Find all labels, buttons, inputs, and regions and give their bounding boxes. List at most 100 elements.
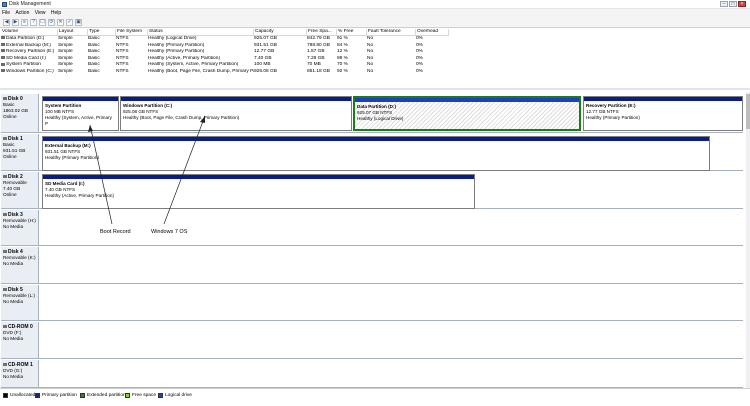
table-cell: 851.18 GB [307,69,337,76]
disk-label[interactable]: Disk 0 Basic 1863.02 GB Online [1,94,39,132]
column-header[interactable]: Type [88,29,116,35]
table-cell: NTFS [116,62,148,69]
volume-table: Volume Layout Type File System Status Capacit… [1,29,449,78]
refresh-icon[interactable]: ⟳ [48,19,55,26]
drive-icon [1,62,5,66]
table-empty-space [450,29,746,78]
cell-text: 788.80 GB [307,42,330,48]
disk-label[interactable]: Disk 1 Basic 931.51 GB Online [1,134,39,170]
table-cell: 0% [416,36,449,43]
table-cell: Healthy (Primary Partition) [148,43,254,50]
partition-type-bar [584,97,742,101]
column-header[interactable]: Overhead [416,29,449,35]
cell-text: Healthy (Active, Primary Partition) [148,55,220,61]
cell-text: Healthy (Boot, Page File, Crash Dump, Pr… [148,68,254,74]
cell-text: External Backup (M:) [6,42,51,48]
table-cell: NTFS [116,43,148,50]
partition-sd-media-card-i-[interactable]: SD Media Card (I:) 7.40 GB NTFS Healthy (A… [42,174,475,209]
properties-icon[interactable]: ☐ [39,19,46,26]
table-row[interactable]: Data Partition (D:) Simple Basic NTFS Health… [1,36,449,43]
table-cell: Healthy (Active, Primary Partition) [148,56,254,63]
disk-label[interactable]: CD-ROM 0 DVD (F:) No Media [1,322,39,358]
cell-text: Basic [88,49,100,55]
disk-icon [3,97,7,101]
table-cell: 1.57 GB [307,49,337,56]
disk-label[interactable]: CD-ROM 1 DVD (G:) No Media [1,360,39,387]
annotation-windows-os: Windows 7 OS [151,229,188,235]
legend-swatch [158,393,163,398]
column-header[interactable]: Layout [58,29,88,35]
details-icon[interactable]: ≡ [21,19,28,26]
scroll-thumb[interactable] [746,94,750,129]
cell-text: 12 % [337,49,348,55]
close-button[interactable]: × [738,1,746,7]
partition-info: External Backup (M:) 931.51 GB NTFS Health… [45,143,707,161]
partition-recovery-partition-e-[interactable]: Recovery Partition (E:) 12.77 GB NTFS Heal… [583,96,743,131]
menu-file[interactable]: File [0,9,12,17]
disk-label[interactable]: Disk 2 Removable 7.40 GB Online [1,172,39,208]
partition-type-bar [43,137,709,141]
column-header[interactable]: Status [148,29,254,35]
disk-label[interactable]: Disk 4 Removable (K:) No Media [1,247,39,283]
cell-text: 0% [416,68,423,74]
cell-text: 91 % [337,36,348,41]
check-icon[interactable]: ✓ [66,19,73,26]
table-row[interactable]: Windows Partition (C:) Simple Basic NTFS Hea… [1,69,449,76]
menu-help[interactable]: Help [49,9,63,17]
table-cell: Simple [58,43,88,50]
cell-text: 842.79 GB [307,36,330,41]
disk-label[interactable]: Disk 3 Removable (H:) No Media [1,210,39,245]
partition-type-bar [43,175,474,179]
partition-info: System Partition 100 MB NTFS Healthy (Syst… [45,103,116,127]
table-row[interactable]: SD Media Card (I:) Simple Basic NTFS Healthy… [1,56,449,63]
drive-icon [1,49,5,53]
table-cell: No [367,56,416,63]
table-row[interactable]: System Partition Simple Basic NTFS Healthy (… [1,62,449,69]
table-cell: SD Media Card (I:) [1,56,58,63]
table-cell: Basic [88,69,116,76]
column-header[interactable]: Capacity [254,29,307,35]
cell-text: NTFS [116,68,129,74]
partition-external-backup-m-[interactable]: External Backup (M:) 931.51 GB NTFS Health… [42,136,710,171]
column-header[interactable]: Volume [1,29,58,35]
cell-text: Basic [88,55,100,61]
partition-status: Healthy (System, Active, Primary P [45,115,112,126]
delete-icon[interactable]: ✕ [57,19,64,26]
table-cell: 0% [416,69,449,76]
table-row[interactable]: Recovery Partition (E:) Simple Basic NTFS He… [1,49,449,56]
partition-info: Windows Partition (C:) 925.08 GB NTFS Heal… [123,103,349,121]
column-header[interactable]: File System [116,29,148,35]
table-cell: 0% [416,62,449,69]
column-header[interactable]: Free Spa... [307,29,337,35]
cell-text: 7.28 GB [307,55,325,61]
table-row[interactable]: External Backup (M:) Simple Basic NTFS Healt… [1,43,449,50]
table-cell: 7.28 GB [307,56,337,63]
maximize-button[interactable]: □ [729,1,737,7]
partition-windows-partition-c-[interactable]: Windows Partition (C:) 925.08 GB NTFS Heal… [120,96,352,131]
disk-meta: Removable (H:) [3,218,36,223]
cell-text: Recovery Partition (E:) [6,49,55,55]
menu-view[interactable]: View [33,9,48,17]
view-icon[interactable]: ▣ [75,19,82,26]
cell-text: No [367,55,374,61]
cell-text: Basic [88,36,100,41]
back-icon[interactable]: ◀ [3,19,10,26]
disk-label[interactable]: Disk 5 Removable (L:) No Media [1,285,39,320]
vertical-scrollbar[interactable] [746,92,750,388]
disk-meta: Online [3,153,17,159]
legend-swatch [35,393,40,398]
partition-data-partition-d-[interactable]: Data Partition (D:) 925.07 GB NTFS Healthy… [353,96,581,131]
partition-info: Data Partition (D:) 925.07 GB NTFS Healthy… [357,104,577,122]
column-header[interactable]: Fault Tolerance [367,29,416,35]
legend-item: Free space [125,393,156,398]
cell-text: 1.57 GB [307,49,325,55]
pane-separator[interactable] [0,88,750,90]
help-icon[interactable]: ? [30,19,37,26]
column-header[interactable]: % Free [337,29,367,35]
cell-text: SD Media Card (I:) [6,55,46,61]
legend-swatch [80,393,85,398]
minimize-button[interactable]: – [720,1,728,7]
forward-icon[interactable]: ▶ [12,19,19,26]
menu-action[interactable]: Action [13,9,31,17]
partition-system-partition[interactable]: System Partition 100 MB NTFS Healthy (Syst… [42,96,119,131]
